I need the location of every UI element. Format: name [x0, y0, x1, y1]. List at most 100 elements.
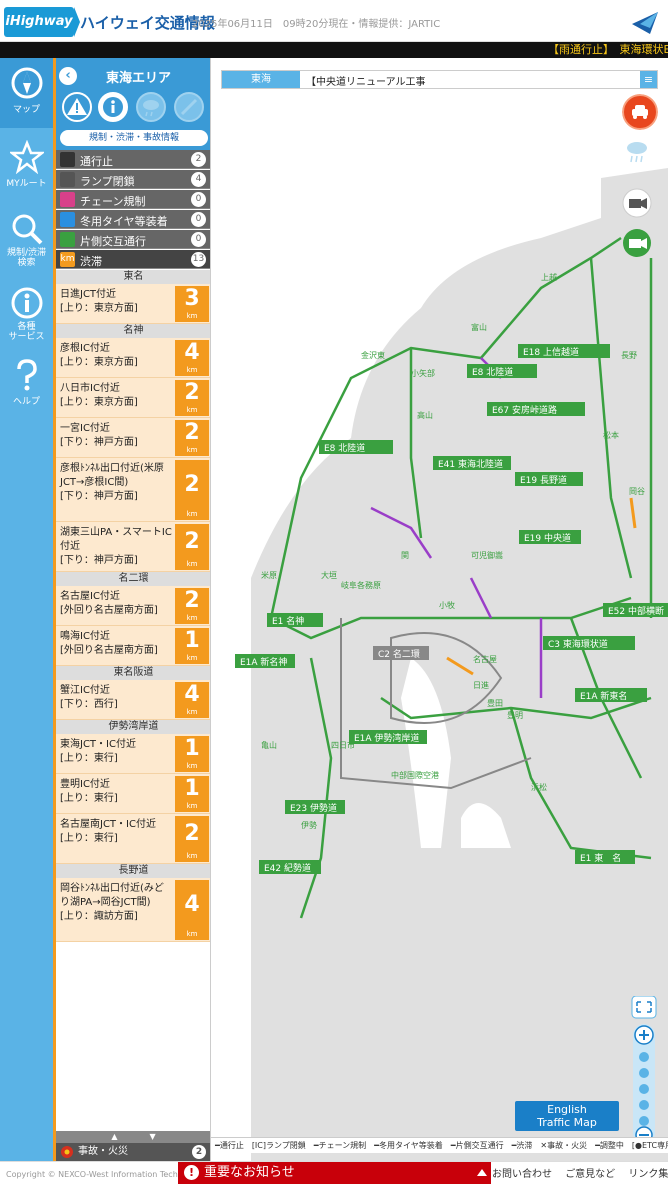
regulation-mode-button[interactable]: [62, 92, 92, 122]
regulation-count: 2: [191, 152, 206, 167]
road-mode-button[interactable]: [174, 92, 204, 122]
map-legend: ━通行止 [IC]ランプ閉鎖 ━チェーン規制 ━冬用タイヤ等装着 ━片側交互通行…: [211, 1137, 668, 1153]
info-circle-icon: [103, 97, 123, 117]
footer-link-feedback[interactable]: ご意見など: [565, 1169, 615, 1180]
jam-item[interactable]: 東海JCT・IC付近 [上り：東行] 1 km: [56, 734, 210, 774]
nav-map[interactable]: マップ: [0, 58, 53, 128]
place-name: 上越: [541, 272, 557, 282]
jam-item[interactable]: 豊明IC付近 [上り：東行] 1 km: [56, 774, 210, 814]
jam-length-value: 1: [184, 776, 200, 801]
news-ticker[interactable]: 【雨通行止】 東海環状E: [0, 42, 668, 58]
regulation-count: 0: [191, 212, 206, 227]
place-name: 小牧: [439, 600, 455, 610]
road-label-e1a-isewangan: E1A 伊勢湾岸道: [354, 732, 419, 744]
jam-length-badge: 1 km: [175, 776, 209, 812]
important-notice-label: 重要なお知らせ: [204, 1165, 295, 1180]
regulation-count: 4: [191, 172, 206, 187]
map-canvas[interactable]: E18 上信越道 E8 北陸道 E67 安房峠道路 E41 東海北陸道 E19 …: [211, 58, 668, 1161]
fire-icon: [61, 1146, 73, 1158]
weather-mode-button[interactable]: [136, 92, 166, 122]
place-name: 金沢東: [361, 350, 385, 360]
traffic-map[interactable]: E18 上信越道 E8 北陸道 E67 安房峠道路 E41 東海北陸道 E19 …: [211, 58, 668, 1161]
place-name: 日進: [473, 681, 489, 690]
nav-help[interactable]: ヘルプ: [0, 350, 53, 420]
jam-item[interactable]: 日進JCT付近 [上り：東京方面] 3 km: [56, 284, 210, 324]
accident-fire-row[interactable]: 事故・火災 2: [56, 1143, 210, 1161]
jam-item[interactable]: 名古屋IC付近 [外回り名古屋南方面] 2 km: [56, 586, 210, 626]
jam-length-value: 4: [184, 892, 200, 917]
info-mode-button[interactable]: [98, 92, 128, 122]
regulation-label: チェーン規制: [80, 195, 146, 208]
english-traffic-map-button[interactable]: English Traffic Map: [515, 1101, 619, 1131]
nav-search[interactable]: 規制/渋滞 検索: [0, 204, 53, 274]
jam-length-unit: km: [186, 366, 198, 374]
jam-length-value: 1: [184, 628, 200, 653]
jam-item[interactable]: 彦根ﾄﾝﾈﾙ出口付近(米原JCT→彦根IC間) [下り：神戸方面] 2 km: [56, 458, 210, 522]
scroll-arrows[interactable]: ▲ ▼: [56, 1131, 210, 1143]
place-name: 米原: [261, 570, 277, 580]
jam-length-badge: 2 km: [175, 524, 209, 570]
road-label-e67: E67 安房峠道路: [492, 404, 557, 416]
jam-item[interactable]: 彦根IC付近 [上り：東京方面] 4 km: [56, 338, 210, 378]
nexco-logo-icon[interactable]: [630, 8, 660, 36]
jam-length-badge: 2 km: [175, 460, 209, 520]
left-nav: マップ MYルート 規制/渋滞 検索 各種 サービス ヘルプ: [0, 58, 53, 1161]
regulation-row[interactable]: チェーン規制 0: [56, 190, 210, 209]
regulation-label: 冬用タイヤ等装着: [80, 215, 168, 228]
map-menu-icon[interactable]: ≡: [640, 71, 657, 88]
jam-length-badge: 3 km: [175, 286, 209, 322]
road-label-e19-nagano: E19 長野道: [520, 474, 567, 486]
jam-row[interactable]: km 渋滞 13: [56, 250, 210, 269]
jam-item[interactable]: 岡谷ﾄﾝﾈﾙ出口付近(みどり湖PA→岡谷JCT間) [上り：諏訪方面] 4 km: [56, 878, 210, 942]
nav-services[interactable]: 各種 サービス: [0, 278, 53, 348]
jam-location: 八日市IC付近 [上り：東京方面]: [60, 383, 138, 408]
road-label-c3: C3 東海環状道: [548, 638, 608, 650]
place-name: 長野: [621, 351, 637, 360]
jam-length-value: 2: [184, 472, 200, 497]
ticker-text: 【雨通行止】 東海環状E: [548, 43, 668, 56]
jam-length-unit: km: [186, 510, 198, 518]
weather-cloud-icon[interactable]: [622, 136, 652, 166]
jam-item[interactable]: 名古屋南JCT・IC付近 [上り：東行] 2 km: [56, 814, 210, 864]
jam-item[interactable]: 鳴海IC付近 [外回り名古屋南方面] 1 km: [56, 626, 210, 666]
map-news-text[interactable]: 【中央道リニューアル工事: [306, 73, 426, 88]
jam-length-badge: 4 km: [175, 682, 209, 718]
nav-myroute[interactable]: MYルート: [0, 132, 53, 202]
jam-item[interactable]: 一宮IC付近 [下り：神戸方面] 2 km: [56, 418, 210, 458]
jam-item[interactable]: 蟹江IC付近 [下り：西行] 4 km: [56, 680, 210, 720]
jam-location: 一宮IC付近 [下り：神戸方面]: [60, 423, 138, 448]
jam-length-value: 2: [184, 821, 200, 846]
jam-length-badge: 1 km: [175, 628, 209, 664]
jam-length-unit: km: [186, 708, 198, 716]
road-group-header: 伊勢湾岸道: [56, 720, 210, 734]
place-name: 亀山: [261, 740, 277, 750]
place-name: 四日市: [331, 740, 355, 750]
regulation-label: 通行止: [80, 155, 113, 168]
video-camera-icon[interactable]: [622, 228, 652, 258]
camera-icon[interactable]: [622, 188, 652, 218]
nav-search-label: 規制/渋滞 検索: [6, 248, 47, 268]
regulation-row[interactable]: 片側交互通行 0: [56, 230, 210, 249]
map-area-label[interactable]: 東海: [222, 71, 300, 88]
panel-header: ‹ 東海エリア 規制・渋滞・事故情報: [56, 58, 210, 150]
car-location-button[interactable]: [622, 94, 658, 130]
zoom-slider[interactable]: [629, 995, 659, 1146]
regulation-row[interactable]: 冬用タイヤ等装着 0: [56, 210, 210, 229]
info-panel: ‹ 東海エリア 規制・渋滞・事故情報 通行止 2 ランプ閉鎖 4 チェーン規制 …: [53, 58, 211, 1161]
back-button[interactable]: ‹: [59, 67, 77, 85]
alert-icon: !: [184, 1165, 199, 1180]
footer-link-links[interactable]: リンク集: [628, 1169, 668, 1180]
jam-length-value: 3: [184, 286, 200, 311]
jam-length-badge: 4 km: [175, 880, 209, 940]
map-news-bar[interactable]: 東海 【中央道リニューアル工事 ≡: [221, 70, 658, 89]
jam-length-unit: km: [186, 312, 198, 320]
ihighway-logo[interactable]: iHighway: [4, 7, 80, 37]
jam-item[interactable]: 湖東三山PA・スマートIC付近 [下り：神戸方面] 2 km: [56, 522, 210, 572]
important-notice-button[interactable]: ! 重要なお知らせ: [178, 1162, 491, 1184]
regulation-row[interactable]: 通行止 2: [56, 150, 210, 169]
footer: Copyright © NEXCO-West Information Techn…: [0, 1161, 668, 1200]
regulation-row[interactable]: ランプ閉鎖 4: [56, 170, 210, 189]
footer-link-contact[interactable]: お問い合わせ: [492, 1169, 552, 1180]
place-name: 中部国際空港: [391, 770, 439, 780]
jam-item[interactable]: 八日市IC付近 [上り：東京方面] 2 km: [56, 378, 210, 418]
